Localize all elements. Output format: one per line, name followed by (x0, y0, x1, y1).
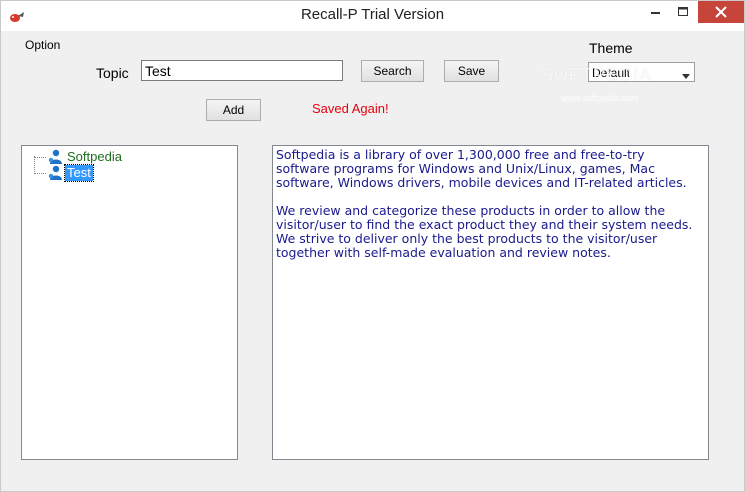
add-button[interactable]: Add (206, 99, 261, 121)
topic-tree[interactable]: Softpedia Test (21, 145, 238, 460)
menu-option[interactable]: Option (23, 37, 62, 53)
maximize-icon (678, 7, 688, 16)
user-icon (47, 149, 63, 165)
content-editor[interactable]: Softpedia is a library of over 1,300,000… (272, 145, 709, 460)
tree-item-label: Softpedia (67, 149, 122, 164)
watermark-logo: SOFTPEDIA (541, 65, 653, 85)
minimize-button[interactable] (641, 1, 669, 23)
search-button[interactable]: Search (361, 60, 424, 82)
window-title: Recall-P Trial Version (300, 6, 445, 23)
close-button[interactable] (698, 1, 744, 23)
chevron-down-icon (682, 69, 690, 83)
minimize-icon (651, 12, 660, 14)
content-paragraph: We review and categorize these products … (276, 203, 693, 260)
theme-label: Theme (589, 40, 633, 56)
save-button[interactable]: Save (444, 60, 499, 82)
maximize-button[interactable] (669, 1, 697, 23)
status-message: Saved Again! (312, 101, 389, 116)
watermark-url: www.softpedia.com (561, 93, 639, 103)
close-icon (715, 6, 727, 18)
content-paragraph: Softpedia is a library of over 1,300,000… (276, 147, 687, 190)
user-icon (47, 165, 63, 181)
tree-item-label: Test (64, 164, 94, 182)
topic-input[interactable] (141, 60, 343, 81)
app-window: Recall-P Trial Version Option Topic Sear… (0, 0, 745, 492)
title-bar[interactable]: Recall-P Trial Version (1, 1, 744, 31)
topic-label: Topic (96, 65, 129, 81)
